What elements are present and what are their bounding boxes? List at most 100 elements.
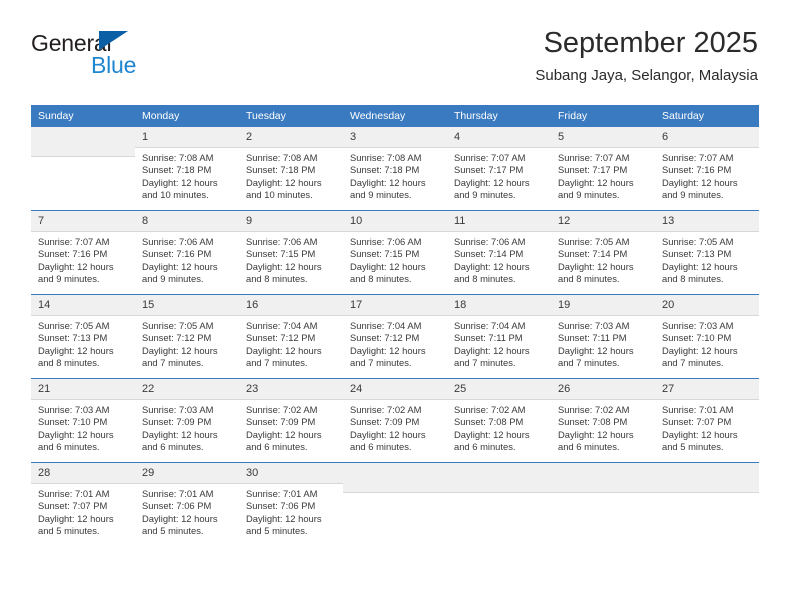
daylight-text-line2: and 9 minutes. (142, 273, 204, 285)
calendar-day-cell[interactable]: 9 Sunrise: 7:06 AM Sunset: 7:15 PM Daylight… (239, 210, 343, 295)
calendar-day-cell[interactable]: 27 Sunrise: 7:01 AM Sunset: 7:07 PM Dayligh… (655, 378, 759, 463)
sunrise-text: Sunrise: 7:02 AM (558, 404, 630, 415)
sunset-text: Sunset: 7:17 PM (558, 164, 628, 176)
day-number: 18 (447, 295, 551, 316)
calendar-day-cell[interactable]: 8 Sunrise: 7:06 AM Sunset: 7:16 PM Daylight… (135, 210, 239, 295)
calendar-day-cell[interactable]: 26 Sunrise: 7:02 AM Sunset: 7:08 PM Dayligh… (551, 378, 655, 463)
calendar-day-cell[interactable]: 20 Sunrise: 7:03 AM Sunset: 7:10 PM Dayligh… (655, 294, 759, 379)
day-number: 15 (135, 295, 239, 316)
calendar-day-cell[interactable]: 14 Sunrise: 7:05 AM Sunset: 7:13 PM Dayligh… (31, 294, 135, 379)
calendar-week-row: 28 Sunrise: 7:01 AM Sunset: 7:07 PM Dayligh… (31, 462, 759, 546)
sunset-text: Sunset: 7:16 PM (662, 164, 732, 176)
day-number: 2 (239, 127, 343, 148)
sunset-text: Sunset: 7:06 PM (142, 500, 212, 512)
daylight-text-line1: Daylight: 12 hours (662, 344, 738, 356)
day-cell-inner: 23 Sunrise: 7:02 AM Sunset: 7:09 PM Dayligh… (239, 379, 343, 462)
calendar-day-cell[interactable]: 1 Sunrise: 7:08 AM Sunset: 7:18 PM Daylight… (135, 127, 239, 211)
calendar-day-cell[interactable]: 10 Sunrise: 7:06 AM Sunset: 7:15 PM Dayligh… (343, 210, 447, 295)
day-cell-inner: 1 Sunrise: 7:08 AM Sunset: 7:18 PM Daylight… (135, 127, 239, 210)
calendar-day-cell[interactable]: 30 Sunrise: 7:01 AM Sunset: 7:06 PM Dayligh… (239, 462, 343, 546)
calendar-day-cell[interactable]: 4 Sunrise: 7:07 AM Sunset: 7:17 PM Daylight… (447, 127, 551, 211)
daylight-text-line2: and 6 minutes. (350, 441, 412, 453)
calendar-day-cell[interactable]: 25 Sunrise: 7:02 AM Sunset: 7:08 PM Dayligh… (447, 378, 551, 463)
sunrise-text: Sunrise: 7:06 AM (142, 236, 214, 247)
day-details: Sunrise: 7:05 AM Sunset: 7:13 PM Daylight:… (655, 232, 759, 286)
calendar-empty-cell (655, 462, 759, 546)
day-cell-inner (655, 463, 759, 546)
day-cell-inner: 12 Sunrise: 7:05 AM Sunset: 7:14 PM Dayligh… (551, 211, 655, 294)
brand-logo[interactable]: General Blue (31, 30, 211, 82)
calendar-empty-cell (343, 462, 447, 546)
weekday-header-friday: Friday (551, 105, 655, 127)
day-number: 19 (551, 295, 655, 316)
daylight-text-line2: and 6 minutes. (38, 441, 100, 453)
calendar-day-cell[interactable]: 19 Sunrise: 7:03 AM Sunset: 7:11 PM Dayligh… (551, 294, 655, 379)
sunset-text: Sunset: 7:18 PM (246, 164, 316, 176)
day-number: 8 (135, 211, 239, 232)
sunset-text: Sunset: 7:08 PM (558, 416, 628, 428)
calendar-day-cell[interactable]: 3 Sunrise: 7:08 AM Sunset: 7:18 PM Daylight… (343, 127, 447, 211)
day-number: 24 (343, 379, 447, 400)
day-cell-inner: 24 Sunrise: 7:02 AM Sunset: 7:09 PM Dayligh… (343, 379, 447, 462)
sunrise-text: Sunrise: 7:06 AM (350, 236, 422, 247)
calendar-day-cell[interactable]: 11 Sunrise: 7:06 AM Sunset: 7:14 PM Dayligh… (447, 210, 551, 295)
title-block: September 2025 Subang Jaya, Selangor, Ma… (535, 26, 758, 85)
calendar-day-cell[interactable]: 7 Sunrise: 7:07 AM Sunset: 7:16 PM Daylight… (31, 210, 135, 295)
day-details: Sunrise: 7:02 AM Sunset: 7:09 PM Daylight:… (239, 400, 343, 454)
sunset-text: Sunset: 7:18 PM (350, 164, 420, 176)
day-details: Sunrise: 7:02 AM Sunset: 7:08 PM Daylight:… (447, 400, 551, 454)
calendar-day-cell[interactable]: 28 Sunrise: 7:01 AM Sunset: 7:07 PM Dayligh… (31, 462, 135, 546)
day-details: Sunrise: 7:02 AM Sunset: 7:08 PM Daylight:… (551, 400, 655, 454)
day-details: Sunrise: 7:05 AM Sunset: 7:13 PM Daylight:… (31, 316, 135, 370)
sunrise-text: Sunrise: 7:08 AM (246, 152, 318, 163)
calendar-day-cell[interactable]: 15 Sunrise: 7:05 AM Sunset: 7:12 PM Dayligh… (135, 294, 239, 379)
sunrise-text: Sunrise: 7:07 AM (558, 152, 630, 163)
daylight-text-line2: and 5 minutes. (38, 525, 100, 537)
calendar-day-cell[interactable]: 18 Sunrise: 7:04 AM Sunset: 7:11 PM Dayligh… (447, 294, 551, 379)
calendar-day-cell[interactable]: 22 Sunrise: 7:03 AM Sunset: 7:09 PM Dayligh… (135, 378, 239, 463)
calendar-day-cell[interactable]: 2 Sunrise: 7:08 AM Sunset: 7:18 PM Daylight… (239, 127, 343, 211)
day-details: Sunrise: 7:08 AM Sunset: 7:18 PM Daylight:… (239, 148, 343, 202)
day-details: Sunrise: 7:05 AM Sunset: 7:14 PM Daylight:… (551, 232, 655, 286)
sunrise-text: Sunrise: 7:02 AM (454, 404, 526, 415)
calendar-day-cell[interactable]: 24 Sunrise: 7:02 AM Sunset: 7:09 PM Dayligh… (343, 378, 447, 463)
daylight-text-line1: Daylight: 12 hours (142, 512, 218, 524)
day-details: Sunrise: 7:01 AM Sunset: 7:06 PM Daylight:… (239, 484, 343, 538)
day-number: 23 (239, 379, 343, 400)
day-number: 30 (239, 463, 343, 484)
weekday-header-sunday: Sunday (31, 105, 135, 127)
sunset-text: Sunset: 7:09 PM (246, 416, 316, 428)
calendar-day-cell[interactable]: 6 Sunrise: 7:07 AM Sunset: 7:16 PM Daylight… (655, 127, 759, 211)
calendar-header-row: Sunday Monday Tuesday Wednesday Thursday… (31, 105, 759, 127)
calendar-day-cell[interactable]: 16 Sunrise: 7:04 AM Sunset: 7:12 PM Dayligh… (239, 294, 343, 379)
sunset-text: Sunset: 7:11 PM (454, 332, 523, 344)
day-number: 27 (655, 379, 759, 400)
day-details: Sunrise: 7:08 AM Sunset: 7:18 PM Daylight:… (343, 148, 447, 202)
daylight-text-line2: and 6 minutes. (454, 441, 516, 453)
calendar-day-cell[interactable]: 21 Sunrise: 7:03 AM Sunset: 7:10 PM Dayligh… (31, 378, 135, 463)
day-details: Sunrise: 7:06 AM Sunset: 7:16 PM Daylight:… (135, 232, 239, 286)
daylight-text-line1: Daylight: 12 hours (38, 428, 114, 440)
daylight-text-line1: Daylight: 12 hours (558, 428, 634, 440)
daylight-text-line1: Daylight: 12 hours (142, 428, 218, 440)
day-cell-inner: 3 Sunrise: 7:08 AM Sunset: 7:18 PM Daylight… (343, 127, 447, 210)
page-header: General Blue September 2025 Subang Jaya,… (0, 0, 792, 100)
brand-name-bottom: Blue (91, 52, 137, 78)
calendar-day-cell[interactable]: 5 Sunrise: 7:07 AM Sunset: 7:17 PM Daylight… (551, 127, 655, 211)
day-number: 25 (447, 379, 551, 400)
sunset-text: Sunset: 7:09 PM (350, 416, 420, 428)
calendar-empty-cell (551, 462, 655, 546)
calendar-day-cell[interactable]: 13 Sunrise: 7:05 AM Sunset: 7:13 PM Dayligh… (655, 210, 759, 295)
sunset-text: Sunset: 7:14 PM (454, 248, 524, 260)
daylight-text-line1: Daylight: 12 hours (350, 344, 426, 356)
daylight-text-line1: Daylight: 12 hours (454, 428, 530, 440)
calendar-day-cell[interactable]: 29 Sunrise: 7:01 AM Sunset: 7:06 PM Dayligh… (135, 462, 239, 546)
calendar-day-cell[interactable]: 17 Sunrise: 7:04 AM Sunset: 7:12 PM Dayligh… (343, 294, 447, 379)
sunrise-text: Sunrise: 7:07 AM (662, 152, 734, 163)
daylight-text-line2: and 8 minutes. (38, 357, 100, 369)
day-number: 6 (655, 127, 759, 148)
calendar-day-cell[interactable]: 23 Sunrise: 7:02 AM Sunset: 7:09 PM Dayligh… (239, 378, 343, 463)
calendar-table: Sunday Monday Tuesday Wednesday Thursday… (31, 105, 759, 546)
calendar-day-cell[interactable]: 12 Sunrise: 7:05 AM Sunset: 7:14 PM Dayligh… (551, 210, 655, 295)
sunset-text: Sunset: 7:10 PM (662, 332, 732, 344)
